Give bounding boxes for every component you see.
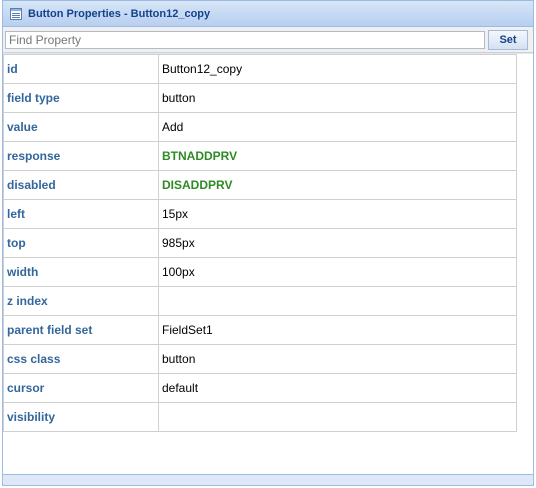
properties-grid-icon bbox=[10, 7, 22, 20]
property-name: disabled bbox=[3, 170, 159, 200]
property-search-toolbar: Set bbox=[3, 27, 533, 53]
property-value[interactable]: default bbox=[158, 373, 517, 403]
property-name: top bbox=[3, 228, 159, 258]
property-name: field type bbox=[3, 83, 159, 113]
property-value[interactable] bbox=[158, 402, 517, 432]
property-name: cursor bbox=[3, 373, 159, 403]
property-value[interactable]: BTNADDPRV bbox=[158, 141, 517, 171]
property-value[interactable]: 15px bbox=[158, 199, 517, 229]
window-footer bbox=[3, 474, 533, 485]
property-value[interactable]: 100px bbox=[158, 257, 517, 287]
property-row[interactable]: id Button12_copy bbox=[3, 54, 517, 84]
property-row[interactable]: css class button bbox=[3, 344, 517, 374]
property-value[interactable]: Button12_copy bbox=[158, 54, 517, 84]
property-value[interactable]: 985px bbox=[158, 228, 517, 258]
property-grid: id Button12_copy field type button value Add r… bbox=[3, 54, 533, 477]
window-title: Button Properties - Button12_copy bbox=[28, 7, 211, 20]
property-value[interactable]: button bbox=[158, 344, 517, 374]
property-row[interactable]: response BTNADDPRV bbox=[3, 141, 517, 171]
properties-window: Button Properties - Button12_copy Set id… bbox=[2, 0, 534, 486]
property-value[interactable]: FieldSet1 bbox=[158, 315, 517, 345]
property-row[interactable]: left 15px bbox=[3, 199, 517, 229]
property-name: left bbox=[3, 199, 159, 229]
property-row[interactable]: top 985px bbox=[3, 228, 517, 258]
property-name: width bbox=[3, 257, 159, 287]
property-row[interactable]: disabled DISADDPRV bbox=[3, 170, 517, 200]
property-row[interactable]: field type button bbox=[3, 83, 517, 113]
property-name: response bbox=[3, 141, 159, 171]
property-row[interactable]: visibility bbox=[3, 402, 517, 432]
property-name: value bbox=[3, 112, 159, 142]
property-row[interactable]: value Add bbox=[3, 112, 517, 142]
property-table: id Button12_copy field type button value Add r… bbox=[3, 54, 517, 432]
property-name: parent field set bbox=[3, 315, 159, 345]
property-name: id bbox=[3, 54, 159, 84]
find-property-input[interactable] bbox=[5, 30, 485, 49]
property-row[interactable]: parent field set FieldSet1 bbox=[3, 315, 517, 345]
property-value[interactable]: button bbox=[158, 83, 517, 113]
property-value[interactable]: DISADDPRV bbox=[158, 170, 517, 200]
grid-scroll-track[interactable] bbox=[519, 54, 533, 477]
property-value[interactable] bbox=[158, 286, 517, 316]
property-name: z index bbox=[3, 286, 159, 316]
window-titlebar[interactable]: Button Properties - Button12_copy bbox=[3, 1, 533, 27]
set-button[interactable]: Set bbox=[488, 29, 528, 50]
property-name: css class bbox=[3, 344, 159, 374]
property-row[interactable]: cursor default bbox=[3, 373, 517, 403]
property-row[interactable]: z index bbox=[3, 286, 517, 316]
property-row[interactable]: width 100px bbox=[3, 257, 517, 287]
property-value[interactable]: Add bbox=[158, 112, 517, 142]
property-name: visibility bbox=[3, 402, 159, 432]
